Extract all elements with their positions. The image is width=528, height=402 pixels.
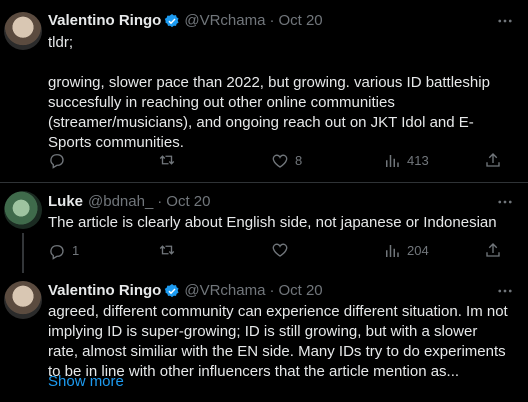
verified-badge-icon — [165, 14, 179, 28]
heart-icon — [272, 243, 288, 257]
retweet-button[interactable] — [158, 151, 182, 169]
views-count: 204 — [407, 243, 429, 258]
retweet-icon — [159, 245, 175, 255]
views-button[interactable]: 413 — [383, 151, 429, 171]
share-button[interactable] — [484, 241, 502, 259]
author-name[interactable]: Luke — [48, 192, 83, 212]
tweet-actions: 8 413 — [48, 151, 508, 171]
author-handle[interactable]: @VRchama — [184, 11, 265, 31]
author-handle[interactable]: @bdnah_ — [88, 192, 153, 212]
views-count: 413 — [407, 153, 429, 168]
more-icon[interactable] — [496, 193, 514, 211]
verified-badge-icon — [165, 284, 179, 298]
tweet-header: Luke @bdnah_ · Oct 20 — [48, 192, 210, 212]
reply-count: 1 — [72, 243, 80, 258]
like-count: 8 — [295, 153, 303, 168]
views-icon — [386, 155, 399, 167]
author-name[interactable]: Valentino Ringo — [48, 11, 161, 31]
tweet-actions: 1 204 — [48, 241, 508, 261]
share-button[interactable] — [484, 151, 502, 169]
tweet-date[interactable]: Oct 20 — [166, 192, 210, 212]
share-icon — [486, 153, 500, 167]
reply-button[interactable] — [48, 151, 72, 169]
tweet[interactable]: Luke @bdnah_ · Oct 20 The article is cle… — [0, 183, 528, 273]
tweet-header: Valentino Ringo @VRchama · Oct 20 — [48, 281, 323, 301]
separator: · — [269, 282, 275, 299]
views-icon — [386, 245, 399, 257]
tweet-text: The article is clearly about English sid… — [48, 214, 497, 231]
tweet[interactable]: Valentino Ringo @VRchama · Oct 20 tldr; … — [0, 0, 528, 180]
more-icon[interactable] — [496, 12, 514, 30]
tweet-date[interactable]: Oct 20 — [278, 281, 322, 301]
more-icon[interactable] — [496, 282, 514, 300]
tweet[interactable]: Valentino Ringo @VRchama · Oct 20 agreed… — [0, 273, 528, 402]
reply-icon — [50, 245, 64, 260]
reply-icon — [50, 154, 64, 169]
heart-icon — [272, 154, 288, 168]
views-button[interactable]: 204 — [383, 241, 429, 261]
retweet-icon — [159, 155, 175, 165]
tweet-text: agreed, different community can experien… — [48, 303, 512, 380]
author-name[interactable]: Valentino Ringo — [48, 281, 161, 301]
tweet-text: tldr; growing, slower pace than 2022, bu… — [48, 34, 490, 151]
thread-line — [22, 233, 24, 273]
retweet-button[interactable] — [158, 241, 182, 259]
author-handle[interactable]: @VRchama — [184, 281, 265, 301]
separator: · — [269, 12, 275, 29]
tweet-date[interactable]: Oct 20 — [278, 11, 322, 31]
avatar[interactable] — [4, 281, 42, 319]
share-icon — [486, 243, 500, 257]
like-button[interactable]: 8 — [271, 151, 302, 171]
avatar[interactable] — [4, 191, 42, 229]
tweet-header: Valentino Ringo @VRchama · Oct 20 — [48, 11, 323, 31]
like-button[interactable] — [271, 241, 295, 259]
avatar[interactable] — [4, 12, 42, 50]
reply-button[interactable]: 1 — [48, 241, 79, 261]
separator: · — [157, 193, 163, 210]
show-more-link[interactable]: Show more — [48, 372, 124, 392]
